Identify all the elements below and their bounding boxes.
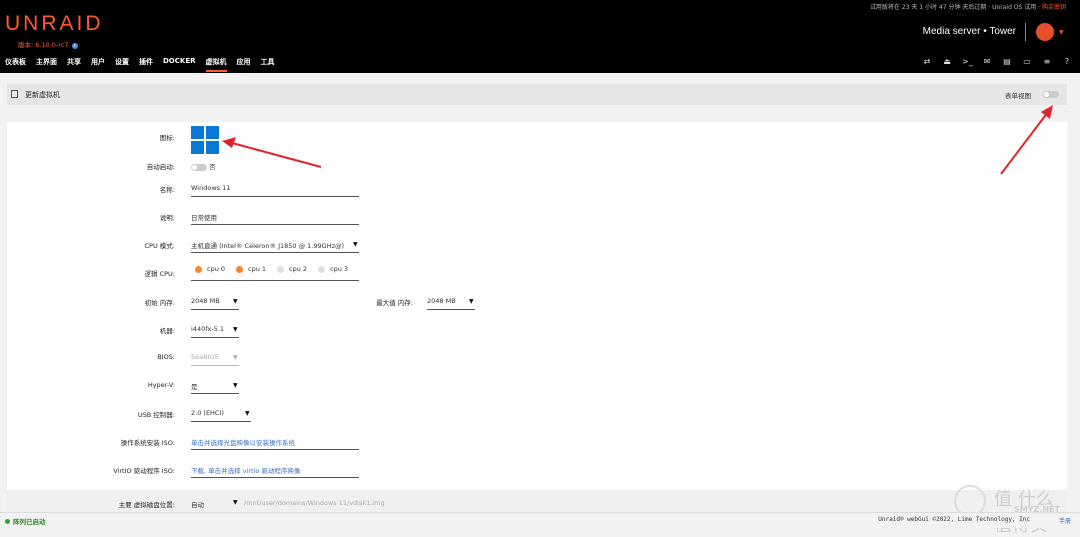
arrow-to-windows-icon <box>222 137 322 168</box>
manual-link[interactable]: 手册 <box>1059 516 1071 525</box>
copyright: Unraid® webGui ©2022, Lime Technology, I… <box>878 516 1030 523</box>
footer-bar: 阵列已启动 Unraid® webGui ©2022, Lime Technol… <box>0 512 1080 528</box>
arrow-to-form-view-toggle <box>1000 105 1053 175</box>
array-status: 阵列已启动 <box>5 516 46 526</box>
annotation-arrows <box>222 105 1053 175</box>
status-ok-icon <box>5 519 10 524</box>
